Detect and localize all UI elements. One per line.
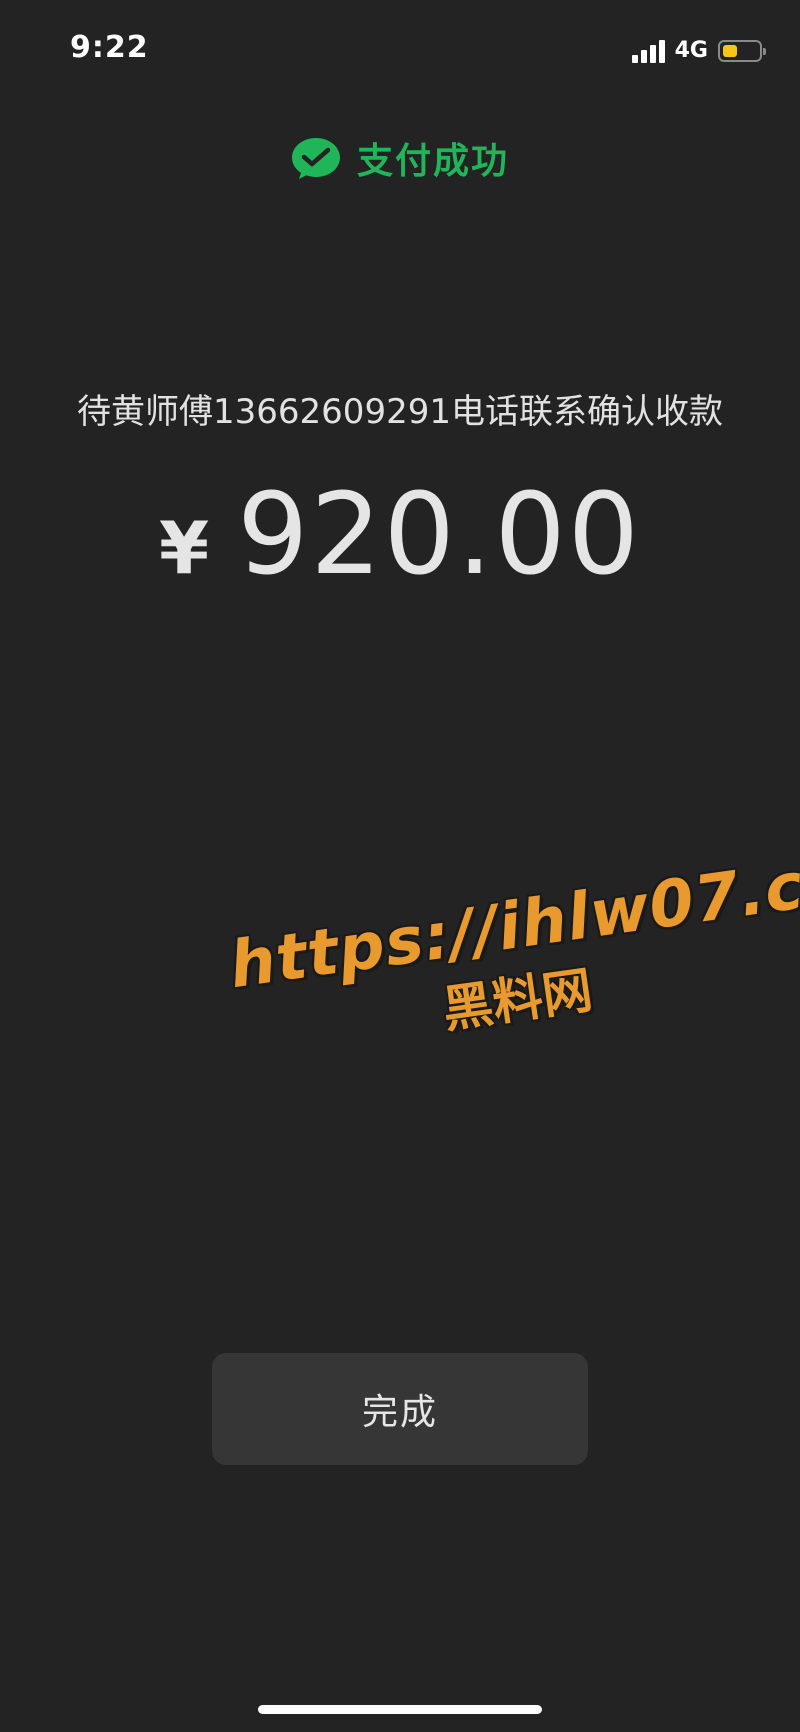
payment-success-screen: 9:22 4G 支付成功 待黄师傅13662609291电话联系确认收款 ¥ 9… [0, 0, 800, 1732]
network-type-label: 4G [674, 38, 708, 63]
battery-level-fill [723, 44, 737, 57]
done-button[interactable]: 完成 [212, 1353, 588, 1465]
home-indicator[interactable] [258, 1705, 542, 1714]
status-time: 9:22 [70, 30, 149, 65]
watermark-overlay: https://ihlw07.com 黑料网 [225, 833, 800, 1070]
payee-description: 待黄师傅13662609291电话联系确认收款 [77, 392, 723, 432]
watermark-url: https://ihlw07.com [225, 833, 800, 1004]
currency-symbol: ¥ [159, 506, 210, 590]
amount-value: 920.00 [237, 470, 641, 600]
wechat-pay-icon [291, 138, 340, 179]
battery-icon [718, 39, 766, 62]
status-indicators: 4G [631, 38, 766, 63]
watermark-site-name: 黑料网 [439, 960, 596, 1040]
cellular-signal-icon [631, 39, 665, 63]
payment-amount: ¥ 920.00 [0, 470, 800, 600]
payment-success-header: 支付成功 [0, 132, 800, 184]
payment-success-text: 支付成功 [356, 141, 509, 182]
status-bar: 9:22 4G [0, 0, 800, 100]
